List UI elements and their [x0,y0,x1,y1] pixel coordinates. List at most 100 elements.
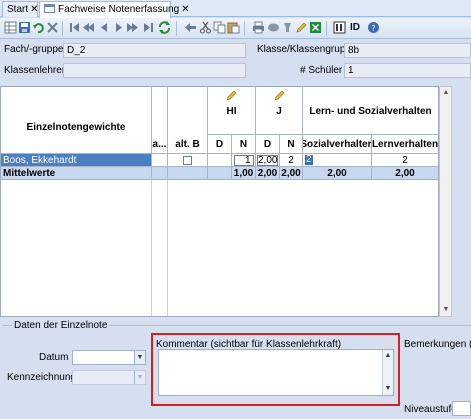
back-arrow-icon[interactable] [183,21,197,35]
j-d-column-header[interactable]: D [256,135,280,154]
schueler-field: 1 [344,63,471,78]
lernverhalten-cell[interactable]: 2 [372,154,438,167]
id-button[interactable]: ID [347,21,363,35]
j-n-column-header[interactable]: N [280,135,303,154]
edit-j-button[interactable] [256,87,303,103]
toolbar-separator [62,21,63,36]
close-icon[interactable]: ✕ [30,4,38,15]
window-icon [44,4,55,13]
altb-checkbox[interactable] [183,155,192,165]
mean-j-n-cell: 2,00 [280,167,303,180]
toolbar-separator [176,21,177,36]
previous-page-icon[interactable] [81,21,95,35]
last-record-icon[interactable] [141,21,155,35]
kommentar-highlight-box [151,333,400,406]
hi-n-cell[interactable]: 1 [232,154,256,167]
lern-sozial-header: Lern- und Sozialverhalten [303,103,438,119]
einzelnote-legend: Daten der Einzelnote [12,320,110,331]
mean-sozial-cell: 2,00 [303,167,372,180]
j-d-cell[interactable]: 2,00 [256,154,280,167]
header-blank [152,87,168,103]
toolbar-separator [326,21,327,36]
header-blank [152,103,168,119]
datum-field[interactable]: ▼ [72,350,146,365]
header-fields: Fach/-gruppe D_2 Klasse/Klassengruppe 8b… [0,40,471,85]
klasse-field: 8b [344,43,471,58]
hi-d-cell[interactable] [208,154,232,167]
refresh-icon[interactable] [157,21,171,35]
lernverhalten-column-header[interactable]: Lernverhalten [372,135,438,154]
header-blank [256,119,303,135]
scroll-down-icon[interactable]: ▼ [441,305,451,315]
header-blank [168,119,208,135]
print-icon[interactable] [251,21,265,35]
grid-scrollbar[interactable]: ▲ ▼ [439,86,452,317]
mean-lern-cell: 2,00 [372,167,438,180]
altb-cell[interactable] [168,154,208,167]
j-n-cell[interactable]: 2 [280,154,303,167]
hi-d-column-header[interactable]: D [208,135,232,154]
chevron-down-icon[interactable]: ▼ [134,371,145,384]
j-d-input[interactable]: 2,00 [257,154,278,166]
paste-icon[interactable] [226,21,240,35]
fach-field: D_2 [63,43,246,58]
delete-icon[interactable] [45,21,59,35]
comment-icon[interactable] [266,21,280,35]
sozialverhalten-column-header[interactable]: Sozialverhalten [303,135,372,154]
name-column-header[interactable] [1,135,152,154]
first-record-icon[interactable] [67,21,81,35]
grid-line [167,180,168,316]
tab-bar: Start ✕ Fachweise Notenerfassung ✕ [0,0,471,18]
help-icon[interactable]: ? [366,21,380,35]
next-page-icon[interactable] [125,21,139,35]
mittelwerte-label: Mittelwerte [1,167,152,180]
sozialverhalten-cell[interactable]: 2 [303,154,372,167]
a-cell[interactable] [152,154,168,167]
einzelnotengewichte-label: Einzelnotengewichte [1,119,152,135]
toolbar: ID ? [0,18,471,39]
grades-grid: HI J Lern- und Sozialverhalten Einzelnot… [0,86,439,317]
grid-icon[interactable] [3,21,17,35]
tab-start[interactable]: Start ✕ [2,1,39,17]
scroll-up-icon[interactable]: ▲ [441,88,451,98]
hi-n-input[interactable]: 1 [233,154,254,166]
excel-icon[interactable] [308,21,322,35]
altb-column-header[interactable]: alt. B [168,135,208,154]
save-icon[interactable] [17,21,31,35]
header-blank [168,103,208,119]
hi-n-column-header[interactable]: N [232,135,256,154]
kennzeichnung-select[interactable]: ▼ [72,370,146,385]
a-column-header[interactable]: a... [152,135,168,154]
previous-record-icon[interactable] [97,21,111,35]
undo-icon[interactable] [31,21,45,35]
pencil-icon [274,90,284,100]
copy-icon[interactable] [212,21,226,35]
subject-hi-header: HI [208,103,256,119]
toolbar-separator [244,21,245,36]
tab-fachweise-notenerfassung[interactable]: Fachweise Notenerfassung ✕ [39,1,190,18]
marker-icon[interactable] [280,21,294,35]
next-record-icon[interactable] [111,21,125,35]
edit-hi-button[interactable] [208,87,256,103]
mean-hi-cell: 1,00 [232,167,256,180]
pencil-icon [226,90,237,100]
pencil-icon[interactable] [294,21,308,35]
student-name-cell[interactable]: Boos, Ekkehardt [1,154,152,167]
grid-settings-icon[interactable] [332,21,346,35]
chevron-down-icon[interactable]: ▼ [134,351,145,364]
klassenlehrer-label: Klassenlehrer [4,65,66,76]
header-blank [303,119,438,135]
grid-line [151,180,152,316]
kennzeichnung-label: Kennzeichnung [7,372,76,383]
fach-label: Fach/-gruppe [4,44,64,55]
close-icon[interactable]: ✕ [181,4,189,15]
schueler-label: # Schüler [300,65,343,76]
datum-label: Datum [39,352,69,363]
subject-j-header: J [256,103,303,119]
sozialverhalten-input[interactable]: 2 [305,155,313,165]
header-blank [208,119,256,135]
klassenlehrer-field [63,63,246,78]
header-blank [1,87,152,103]
cut-icon[interactable] [198,21,212,35]
niveaustufe-field[interactable] [452,401,471,416]
